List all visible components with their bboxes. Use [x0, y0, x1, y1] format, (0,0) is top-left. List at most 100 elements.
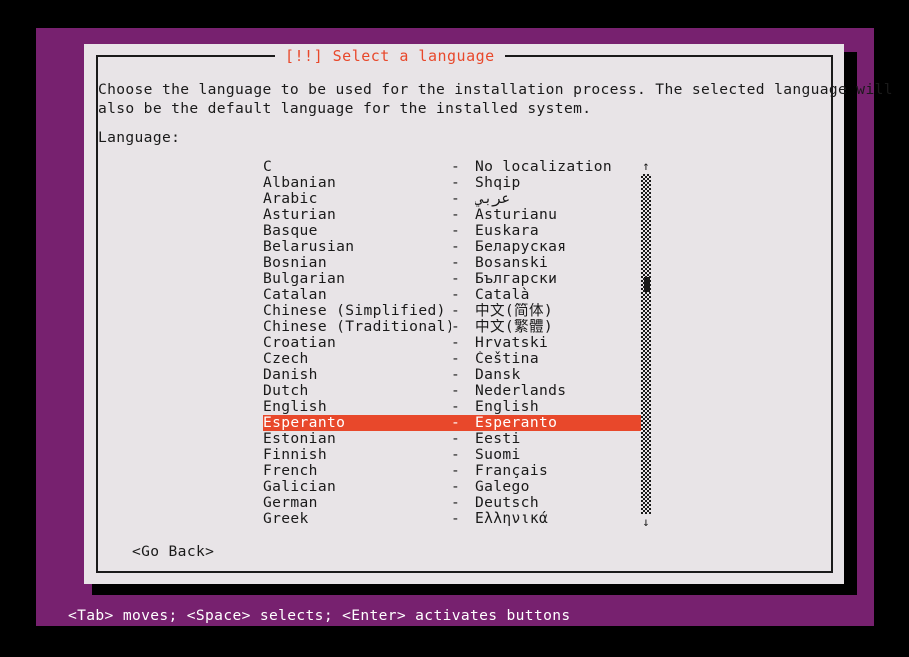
language-separator: -: [451, 286, 461, 303]
language-native-name: Български: [475, 271, 558, 287]
language-separator: -: [451, 254, 461, 271]
language-native-name: Esperanto: [475, 415, 558, 431]
language-list-item[interactable]: Greek - Ελληνικά: [263, 511, 645, 527]
page-title: [!!] Select a language: [285, 47, 495, 65]
language-native-name: Shqip: [475, 175, 521, 191]
language-native-name: Français: [475, 463, 549, 479]
language-name: C: [263, 159, 273, 175]
language-name: Croatian: [263, 335, 337, 351]
language-separator: -: [451, 478, 461, 495]
language-list[interactable]: C - No localization Albanian - Shqip Arabic - عر…: [263, 159, 645, 529]
language-separator: -: [451, 510, 461, 527]
language-name: Danish: [263, 367, 318, 383]
language-separator: -: [451, 430, 461, 447]
language-name: Belarusian: [263, 239, 355, 255]
installer-screen: [!!] Select a language Choose the langua…: [0, 0, 909, 657]
language-list-scrollbar[interactable]: ↑ ↓: [640, 159, 652, 529]
language-native-name: Suomi: [475, 447, 521, 463]
language-list-item[interactable]: Dutch - Nederlands: [263, 383, 645, 399]
language-list-item[interactable]: Esperanto - Esperanto: [263, 415, 645, 431]
language-native-name: Euskara: [475, 223, 539, 239]
language-name: Greek: [263, 511, 309, 527]
language-name: English: [263, 399, 327, 415]
language-separator: -: [451, 270, 461, 287]
language-list-item[interactable]: Chinese (Traditional) - 中文(繁體): [263, 319, 645, 335]
scrollbar-thumb[interactable]: [644, 277, 650, 292]
language-name: Arabic: [263, 191, 318, 207]
language-separator: -: [451, 382, 461, 399]
language-name: Bosnian: [263, 255, 327, 271]
language-list-item[interactable]: Basque - Euskara: [263, 223, 645, 239]
language-name: Galician: [263, 479, 337, 495]
language-separator: -: [451, 350, 461, 367]
language-native-name: Eesti: [475, 431, 521, 447]
language-separator: -: [451, 318, 461, 335]
language-separator: -: [451, 206, 461, 223]
scrollbar-track[interactable]: [641, 174, 651, 514]
status-bar-text: <Tab> moves; <Space> selects; <Enter> ac…: [68, 607, 571, 624]
language-native-name: Ελληνικά: [475, 511, 549, 527]
language-name: Chinese (Traditional): [263, 319, 451, 335]
language-native-name: 中文(繁體): [475, 319, 554, 335]
language-list-item[interactable]: Bosnian - Bosanski: [263, 255, 645, 271]
language-separator: -: [451, 190, 461, 207]
language-list-item[interactable]: Chinese (Simplified) - 中文(简体): [263, 303, 645, 319]
language-name: French: [263, 463, 318, 479]
language-name: Basque: [263, 223, 318, 239]
language-native-name: Bosanski: [475, 255, 549, 271]
description-line-1: Choose the language to be used for the i…: [98, 81, 893, 98]
language-name: Finnish: [263, 447, 327, 463]
language-field-label: Language:: [98, 129, 181, 146]
scroll-down-arrow-icon[interactable]: ↓: [640, 515, 652, 529]
status-bar: <Tab> moves; <Space> selects; <Enter> ac…: [36, 606, 874, 626]
language-native-name: 中文(简体): [475, 303, 554, 319]
language-separator: -: [451, 238, 461, 255]
language-name: Estonian: [263, 431, 337, 447]
language-list-item[interactable]: C - No localization: [263, 159, 645, 175]
description-line-2: also be the default language for the ins…: [98, 100, 592, 117]
language-separator: -: [451, 446, 461, 463]
language-name: Esperanto: [263, 415, 346, 431]
language-native-name: No localization: [475, 159, 613, 175]
language-name: Dutch: [263, 383, 309, 399]
scroll-up-arrow-icon[interactable]: ↑: [640, 159, 652, 173]
language-list-item[interactable]: Finnish - Suomi: [263, 447, 645, 463]
language-list-item[interactable]: Estonian - Eesti: [263, 431, 645, 447]
language-separator: -: [451, 462, 461, 479]
language-list-item[interactable]: German - Deutsch: [263, 495, 645, 511]
language-name: Czech: [263, 351, 309, 367]
language-native-name: Nederlands: [475, 383, 567, 399]
language-name: German: [263, 495, 318, 511]
language-list-item[interactable]: Catalan - Català: [263, 287, 645, 303]
go-back-button[interactable]: <Go Back>: [132, 544, 214, 560]
language-list-item[interactable]: Belarusian - Беларуская: [263, 239, 645, 255]
language-list-item[interactable]: English - English: [263, 399, 645, 415]
language-list-item[interactable]: Albanian - Shqip: [263, 175, 645, 191]
language-separator: -: [451, 334, 461, 351]
language-list-item[interactable]: Croatian - Hrvatski: [263, 335, 645, 351]
language-native-name: Català: [475, 287, 530, 303]
language-name: Catalan: [263, 287, 327, 303]
language-name: Chinese (Simplified): [263, 303, 446, 319]
language-list-item[interactable]: Czech - Čeština: [263, 351, 645, 367]
language-separator: -: [451, 174, 461, 191]
language-separator: -: [451, 366, 461, 383]
language-separator: -: [451, 494, 461, 511]
language-separator: -: [451, 414, 461, 431]
language-list-item[interactable]: Galician - Galego: [263, 479, 645, 495]
language-list-item[interactable]: Arabic - عربي: [263, 191, 645, 207]
language-name: Asturian: [263, 207, 337, 223]
language-native-name: Asturianu: [475, 207, 558, 223]
language-separator: -: [451, 158, 461, 175]
language-name: Bulgarian: [263, 271, 346, 287]
language-native-name: Čeština: [475, 351, 539, 367]
language-native-name: Hrvatski: [475, 335, 549, 351]
language-native-name: عربي: [475, 191, 511, 207]
language-native-name: Беларуская: [475, 239, 567, 255]
language-list-item[interactable]: Danish - Dansk: [263, 367, 645, 383]
language-list-item[interactable]: Bulgarian - Български: [263, 271, 645, 287]
language-list-item[interactable]: French - Français: [263, 463, 645, 479]
language-native-name: Deutsch: [475, 495, 539, 511]
language-list-item[interactable]: Asturian - Asturianu: [263, 207, 645, 223]
language-native-name: Galego: [475, 479, 530, 495]
